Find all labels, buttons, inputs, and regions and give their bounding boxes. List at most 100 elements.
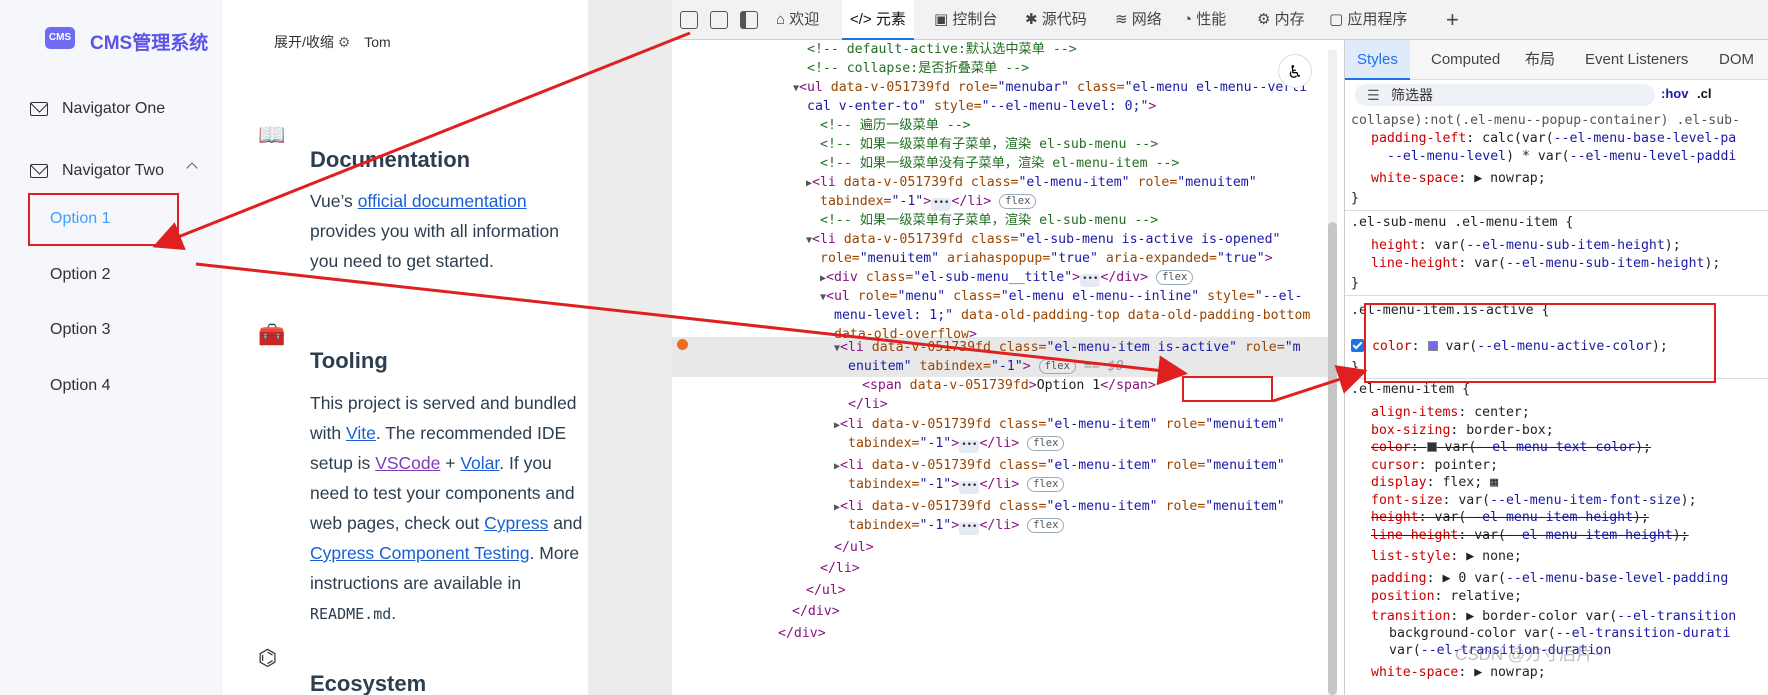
attr: role= [857,289,898,304]
tab-application[interactable]: ▢ 应用程序 [1329,0,1407,40]
css-declaration[interactable]: align-items: center; [1371,404,1530,422]
css-declaration[interactable]: transition: ▶ border-color var(--el-tran… [1371,608,1736,626]
dom-node-selected[interactable]: ▼<li data-v-051739fd class="el-menu-item… [834,338,1301,357]
tab-performance[interactable]: ◔ 性能 [1183,0,1226,40]
tab-network[interactable]: ≋ 网络 [1115,0,1162,40]
property-checkbox[interactable] [1351,339,1364,352]
dom-node[interactable]: ▶<li data-v-051739fd class="el-menu-item… [834,415,1285,434]
nav-item-navigator-one[interactable]: Navigator One [0,89,222,129]
collapsed-dots[interactable]: ••• [959,481,980,494]
tab-label: 控制台 [952,11,998,28]
tag: > [1072,270,1081,285]
val: "true" [1217,251,1265,266]
add-tab-button[interactable]: + [1446,0,1459,40]
filter-placeholder: 筛选器 [1391,87,1433,103]
dom-node[interactable]: ▼<li data-v-051739fd class="el-sub-menu … [806,230,1280,249]
vscode-link[interactable]: VSCode [375,453,440,473]
tab-label: 应用程序 [1347,11,1408,28]
flex-badge[interactable]: flex [1027,436,1065,451]
hov-toggle[interactable]: :hov [1661,86,1688,101]
flex-badge[interactable]: flex [1027,477,1065,492]
cls-toggle[interactable]: .cl [1697,86,1711,101]
accessibility-icon[interactable]: ♿ [1278,54,1312,88]
tab-memory[interactable]: ⚙ 内存 [1257,0,1305,40]
submenu-option-3[interactable]: Option 3 [0,310,222,350]
css-declaration[interactable]: padding: ▶ 0 var(--el-menu-base-level-pa… [1371,570,1728,588]
dom-node[interactable]: ▼<ul data-v-051739fd role="menubar" clas… [793,78,1307,97]
close-tag: </div> [792,604,840,619]
prop: white-space [1371,171,1459,186]
val: "-1" [990,359,1023,374]
css-declaration[interactable]: font-size: var(--el-menu-item-font-size)… [1371,492,1697,510]
nav-item-navigator-two[interactable]: Navigator Two [0,151,222,191]
dom-node[interactable]: ▶<div class="el-sub-menu__title"> ••• </di… [820,268,1194,287]
collapsed-dots[interactable]: ••• [959,440,980,453]
flex-badge[interactable]: flex [1038,359,1076,374]
collapsed-dots[interactable]: ••• [931,198,952,211]
dom-node[interactable]: ▼<ul role="menu" class="el-menu el-menu-… [820,287,1302,306]
tab-elements[interactable]: </> 元素 [842,0,914,40]
tab-layout[interactable]: 布局 [1525,40,1555,80]
css-declaration-overridden[interactable]: height: var(--el-menu-item-height); [1371,509,1649,527]
flex-badge[interactable]: flex [1027,518,1065,533]
inspect-element-icon[interactable] [680,11,698,29]
prop: align-items [1371,405,1459,420]
tooling-title: Tooling [310,348,388,373]
attr: tabindex= [911,359,991,374]
css-declaration[interactable]: white-space: ▶ nowrap; [1371,664,1546,682]
val: flex; [1442,475,1483,490]
val: "menuitem" [1205,458,1285,473]
css-declaration[interactable]: height: var(--el-menu-sub-item-height); [1371,237,1681,255]
submenu-option-4[interactable]: Option 4 [0,366,222,406]
dom-node[interactable]: ▶<li data-v-051739fd class="el-menu-item… [806,173,1257,192]
tab-computed[interactable]: Computed [1431,40,1500,80]
var: --el-menu-level-paddi [1569,149,1737,164]
var: --el-menu-sub-item-height [1505,256,1705,271]
val: "true" [1050,251,1098,266]
elements-scrollbar-thumb[interactable] [1328,222,1337,695]
tab-styles[interactable]: Styles [1345,40,1410,80]
app-sidebar: CMS CMS管理系统 Navigator One Navigator Two … [0,0,222,695]
css-declaration-overridden[interactable]: line-height: var(--el-menu-item-height); [1371,527,1689,545]
official-docs-link[interactable]: official documentation [358,191,527,211]
color-swatch[interactable] [1426,442,1437,452]
device-emulation-icon[interactable] [710,11,728,29]
vite-link[interactable]: Vite [346,423,376,443]
tab-dom[interactable]: DOM [1719,40,1754,80]
dom-node[interactable]: ▶<li data-v-051739fd class="el-menu-item… [834,497,1285,516]
collapsed-dots[interactable]: ••• [959,522,980,535]
prop: line-height [1371,256,1459,271]
volar-link[interactable]: Volar [460,453,499,473]
tab-sources[interactable]: ✱ 源代码 [1025,0,1087,40]
css-declaration-overridden[interactable]: color: var(--el-menu-text-color); [1371,439,1651,457]
css-declaration[interactable]: cursor: pointer; [1371,457,1498,475]
dom-node[interactable]: ▶<li data-v-051739fd class="el-menu-item… [834,456,1285,475]
flex-badge[interactable]: flex [999,194,1037,209]
submenu-option-2[interactable]: Option 2 [0,255,222,295]
close-tag: </li> [848,397,888,412]
collapsed-dots[interactable]: ••• [1080,274,1101,287]
styles-tabbar: Styles Computed 布局 Event Listeners DOM [1345,40,1768,80]
css-declaration[interactable]: position: relative; [1371,588,1522,606]
styles-filter-input[interactable]: ☰ 筛选器 [1355,84,1655,106]
css-declaration[interactable]: list-style: ▶ none; [1371,548,1522,566]
cypress-component-testing-link[interactable]: Cypress Component Testing [310,543,530,563]
flex-badge[interactable]: flex [1155,270,1194,285]
mail-icon [30,164,48,178]
cypress-link[interactable]: Cypress [484,513,548,533]
css-declaration[interactable]: padding-left: calc(var(--el-menu-base-le… [1371,130,1736,148]
css-declaration[interactable]: white-space: ▶ nowrap; [1371,170,1546,188]
tab-console[interactable]: ▣ 控制台 [934,0,997,40]
css-declaration[interactable]: line-height: var(--el-menu-sub-item-heig… [1371,255,1720,273]
toggle-panel-icon[interactable] [740,11,758,29]
flexbox-editor-icon[interactable]: ▦ [1490,475,1498,490]
tab-welcome[interactable]: ⌂ 欢迎 [776,0,819,40]
css-declaration[interactable]: box-sizing: border-box; [1371,422,1554,440]
collapse-toggle[interactable]: 展开/收缩 ⚙ Tom [274,32,391,52]
css-declaration[interactable]: display: flex; ▦ [1371,474,1498,492]
styles-filter-row: ☰ 筛选器 :hov .cl [1345,80,1768,110]
code-comment: <!-- default-active:默认选中菜单 --> [807,42,1077,57]
dom-node[interactable]: <span data-v-051739fd>Option 1</span> [862,376,1156,395]
nav-item-label: Navigator One [62,100,166,117]
tab-event-listeners[interactable]: Event Listeners [1585,40,1688,80]
